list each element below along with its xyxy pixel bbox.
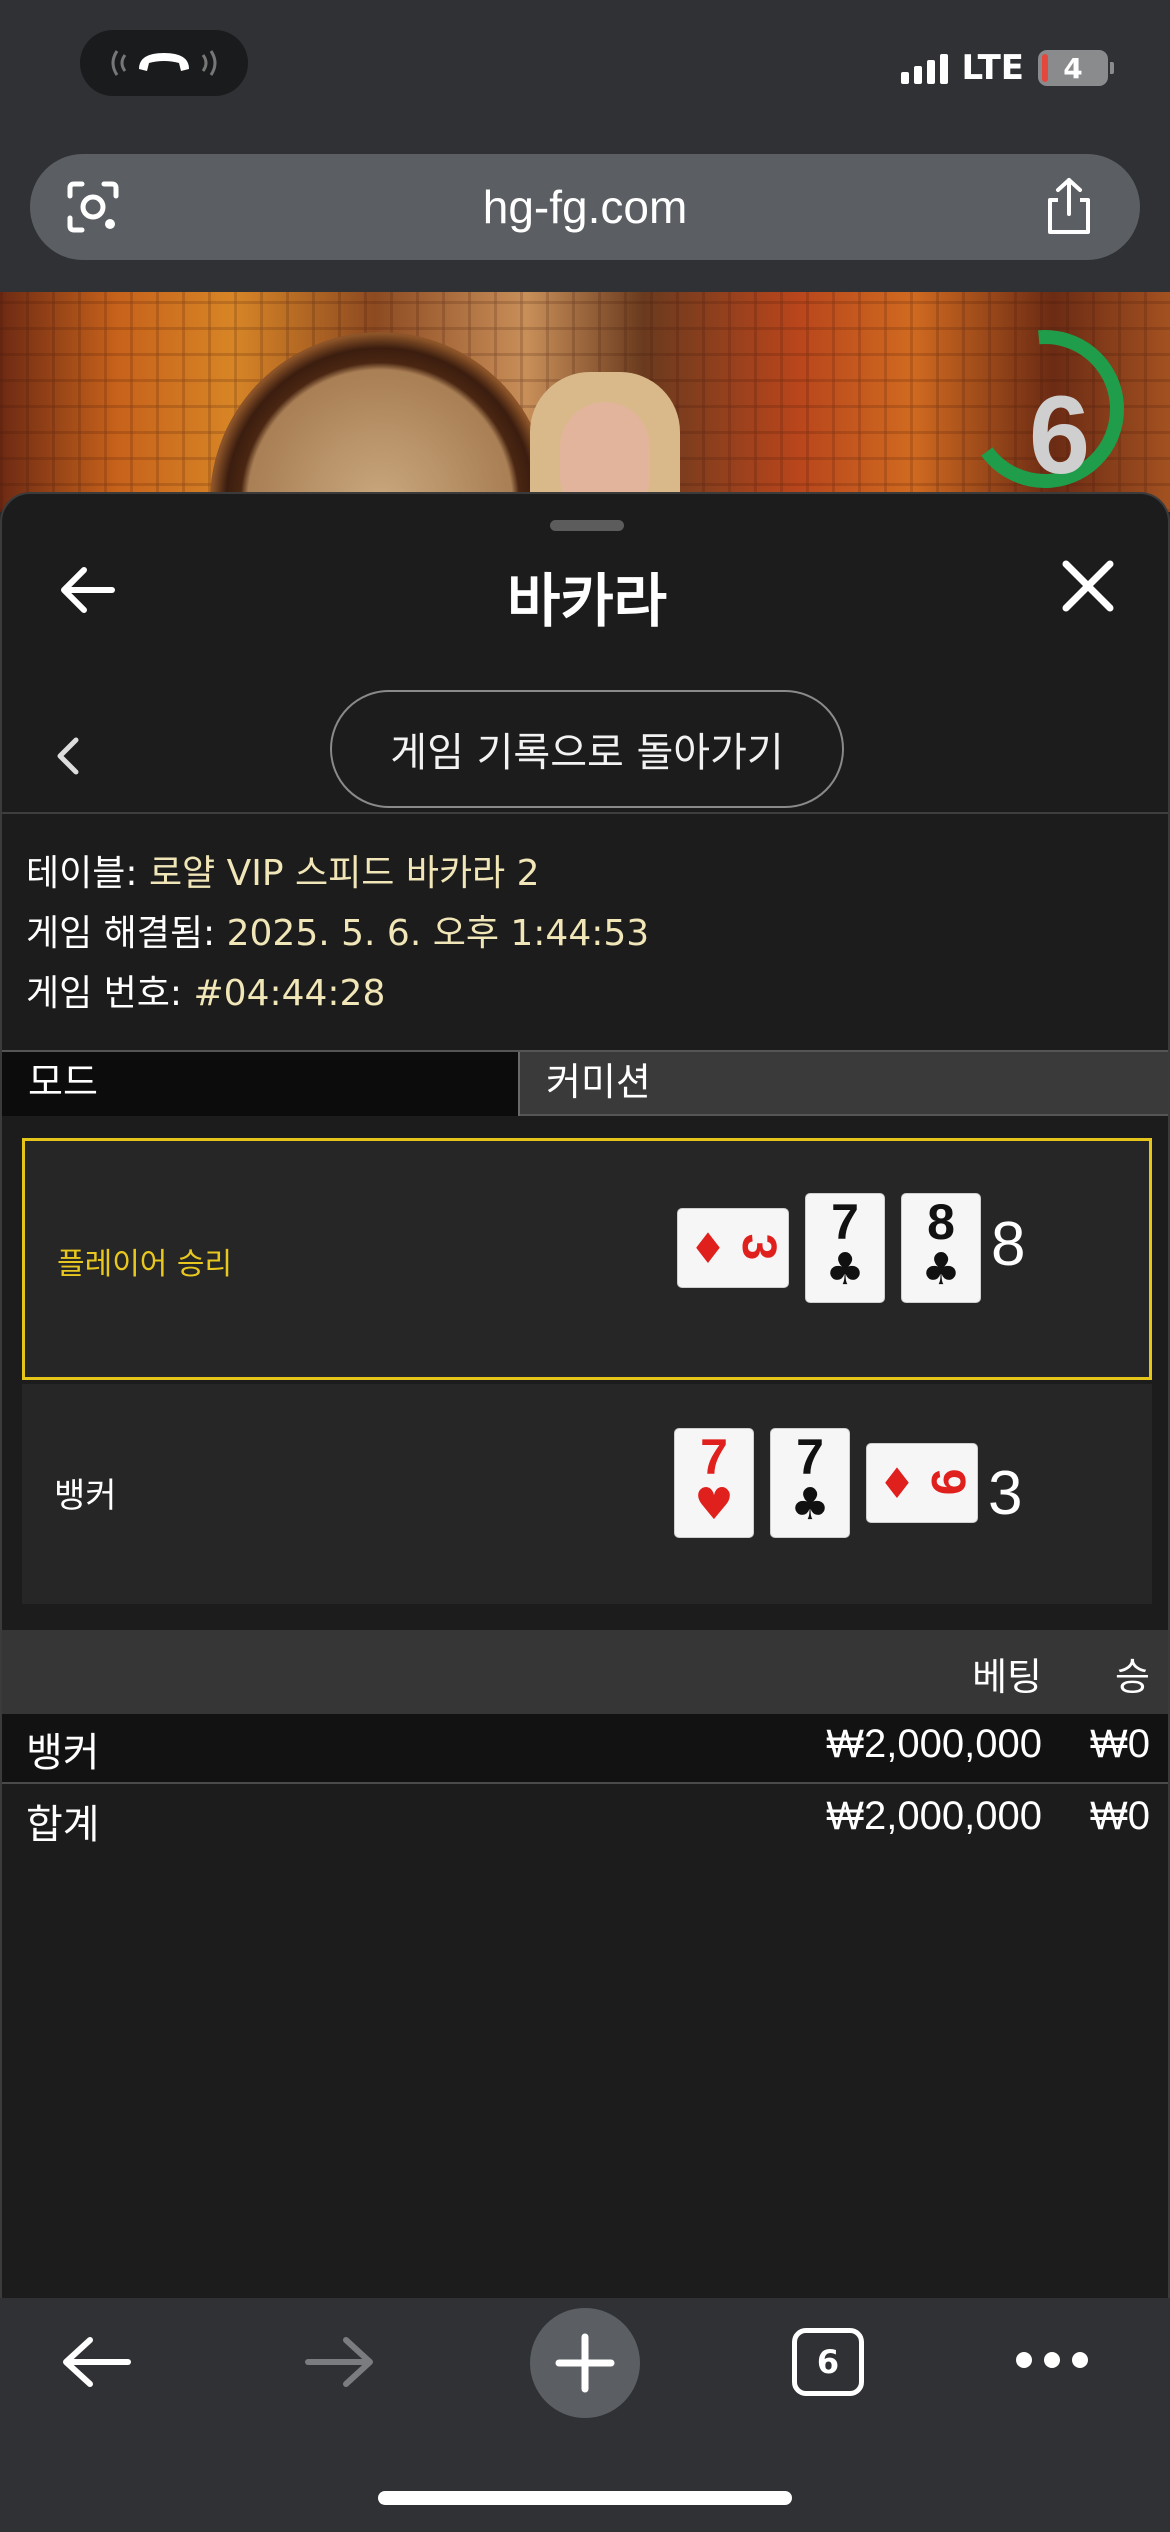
player-result: 플레이어 승리 ♦ 3 7 ♣ 8 ♣ 8 — [22, 1138, 1152, 1380]
table-row: 뱅커 ₩2,000,000 ₩0 — [2, 1714, 1168, 1784]
address-bar[interactable]: hg-fg.com — [30, 154, 1140, 260]
game-number: #04:44:28 — [193, 973, 386, 1014]
home-indicator[interactable] — [378, 2491, 792, 2505]
call-indicator[interactable] — [80, 30, 248, 96]
countdown-timer: 6 — [1028, 374, 1090, 497]
table-name: 로얄 VIP 스피드 바카라 2 — [148, 853, 540, 894]
battery-icon: 4 — [1038, 50, 1108, 86]
history-nav: 게임 기록으로 돌아가기 — [2, 690, 1168, 814]
tab-commission[interactable]: 커미션 — [546, 1052, 651, 1116]
share-icon[interactable] — [1040, 176, 1098, 238]
total-label: 합계 — [26, 1802, 100, 1848]
bet-column-header: 베팅 — [972, 1655, 1042, 1699]
tab-count: 6 — [816, 2343, 840, 2381]
bets-header: 베팅 승 — [2, 1630, 1168, 1714]
more-icon[interactable] — [1016, 2352, 1088, 2372]
back-icon[interactable] — [60, 2334, 132, 2390]
resolved-time: 2025. 5. 6. 오후 1:44:53 — [226, 913, 650, 954]
new-tab-button[interactable] — [530, 2308, 640, 2418]
banker-result-label: 뱅커 — [54, 1476, 117, 1516]
table-info: 테이블: 로얄 VIP 스피드 바카라 2 — [26, 853, 540, 894]
player-score: 8 — [991, 1210, 1026, 1279]
back-to-history-button[interactable]: 게임 기록으로 돌아가기 — [330, 690, 844, 808]
forward-icon[interactable] — [304, 2334, 376, 2390]
google-lens-icon[interactable] — [64, 178, 122, 236]
network-label: LTE — [961, 48, 1024, 88]
banker-score: 3 — [988, 1459, 1023, 1528]
banker-result: 뱅커 7 ♥ 7 ♣ ♦ 9 3 — [22, 1384, 1152, 1604]
playing-card: ♦ 9 — [866, 1443, 978, 1523]
resolved-info: 게임 해결됨: 2025. 5. 6. 오후 1:44:53 — [26, 913, 650, 954]
close-icon[interactable] — [1060, 558, 1116, 614]
call-icon — [111, 50, 217, 76]
game-number-info: 게임 번호: #04:44:28 — [26, 973, 386, 1014]
win-amount: ₩0 — [1090, 1722, 1150, 1766]
bet-label: 뱅커 — [26, 1730, 100, 1776]
status-bar: LTE 4 — [0, 0, 1170, 150]
live-video[interactable]: 6 — [0, 292, 1170, 512]
chevron-left-icon[interactable] — [52, 734, 82, 778]
bet-amount: ₩2,000,000 — [826, 1722, 1042, 1766]
sheet-header: 바카라 — [2, 540, 1168, 640]
win-column-header: 승 — [1115, 1655, 1150, 1699]
banker-cards: 7 ♥ 7 ♣ ♦ 9 — [674, 1428, 986, 1538]
tabs-icon[interactable]: 6 — [792, 2328, 864, 2396]
playing-card: 7 ♥ — [674, 1428, 754, 1538]
game-detail-sheet: 바카라 게임 기록으로 돌아가기 테이블: 로얄 VIP 스피드 바카라 2 게… — [0, 492, 1170, 2298]
playing-card: ♦ 3 — [677, 1208, 789, 1288]
url-text: hg-fg.com — [482, 181, 688, 233]
total-row: 합계 ₩2,000,000 ₩0 — [2, 1786, 1168, 1856]
playing-card: 8 ♣ — [901, 1193, 981, 1303]
total-bet-amount: ₩2,000,000 — [826, 1794, 1042, 1838]
plus-icon — [555, 2333, 615, 2393]
player-result-label: 플레이어 승리 — [57, 1247, 233, 1282]
player-cards: ♦ 3 7 ♣ 8 ♣ — [677, 1193, 989, 1303]
sheet-grabber[interactable] — [550, 520, 624, 531]
browser-address-area: hg-fg.com — [0, 150, 1170, 292]
playing-card: 7 ♣ — [770, 1428, 850, 1538]
game-info: 테이블: 로얄 VIP 스피드 바카라 2 게임 해결됨: 2025. 5. 6… — [26, 844, 649, 1024]
tab-mode[interactable]: 모드 — [2, 1052, 520, 1116]
mode-bar: 모드 커미션 — [2, 1050, 1168, 1116]
playing-card: 7 ♣ — [805, 1193, 885, 1303]
battery-level: 4 — [1063, 51, 1083, 85]
signal-icon — [900, 52, 948, 84]
sheet-title: 바카라 — [506, 567, 668, 635]
total-win-amount: ₩0 — [1090, 1794, 1150, 1838]
